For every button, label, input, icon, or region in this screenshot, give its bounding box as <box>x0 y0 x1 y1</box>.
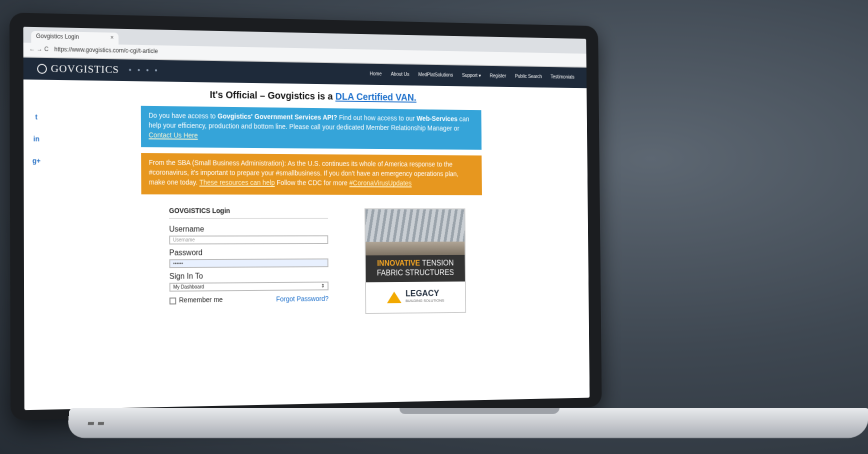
share-sidebar: t in g+ <box>31 114 41 168</box>
twitter-icon[interactable]: ● <box>129 67 132 73</box>
signin-select[interactable]: My Dashboard ⇕ <box>169 281 329 292</box>
screen: Govgistics Login × ← → C https://www.gov… <box>23 26 590 411</box>
username-label: Username <box>169 224 205 234</box>
menu-register[interactable]: Register <box>490 73 506 79</box>
googleplus-share-icon[interactable]: g+ <box>32 158 42 168</box>
laptop-lid: Govgistics Login × ← → C https://www.gov… <box>9 12 602 421</box>
password-field[interactable]: •••••• <box>169 258 329 269</box>
legacy-ad[interactable]: INNOVATIVE TENSION FABRIC STRUCTURES LEG… <box>364 208 467 315</box>
close-icon[interactable]: × <box>110 36 113 42</box>
api-notice-bold2: Web-Services <box>416 115 458 124</box>
api-notice: Do you have access to Govgistics' Govern… <box>140 105 482 150</box>
ad-band: INNOVATIVE TENSION FABRIC STRUCTURES <box>365 254 465 283</box>
remember-label: Remember me <box>178 297 223 305</box>
headline: It's Official – Govgistics is a DLA Cert… <box>23 87 586 105</box>
ad-highlight: INNOVATIVE <box>376 258 421 268</box>
menu-testimonials[interactable]: Testimonials <box>551 75 575 81</box>
ad-brand: LEGACY BUILDING SOLUTIONS <box>365 281 466 314</box>
menu-about[interactable]: About Us <box>391 72 410 78</box>
ad-line1: TENSION <box>420 258 454 268</box>
signin-label: Sign In To <box>169 271 204 281</box>
api-notice-mid: Find out how access to our <box>337 115 417 123</box>
api-notice-intro: Do you have access to <box>148 112 218 121</box>
site-logo[interactable]: GOVGISTICS <box>37 63 119 76</box>
ad-photo <box>365 209 465 256</box>
googleplus-icon[interactable]: ● <box>146 68 149 74</box>
headline-text: It's Official – Govgistics is a <box>209 90 336 103</box>
tab-title: Govgistics Login <box>36 33 79 41</box>
legacy-logo-icon <box>387 291 402 304</box>
password-label: Password <box>169 248 203 258</box>
linkedin-share-icon[interactable]: in <box>31 136 41 146</box>
resources-link[interactable]: These resources can help <box>199 180 275 187</box>
login-form: GOVGISTICS Login Username Username Passw… <box>169 208 329 316</box>
menu-home[interactable]: Home <box>370 71 382 77</box>
corona-updates-link[interactable]: #CoronaVirusUpdates <box>349 180 411 187</box>
menu-support[interactable]: Support ▾ <box>462 73 481 79</box>
port-icon <box>87 422 95 425</box>
dla-link[interactable]: DLA Certified VAN. <box>335 92 416 104</box>
base-notch <box>398 408 560 414</box>
main-menu: Home About Us MedPlatSolutions Support ▾… <box>370 71 575 80</box>
sba-notice-cdc-text: Follow the CDC for more <box>274 180 350 188</box>
search-icon[interactable]: ● <box>155 68 158 74</box>
logo-text: GOVGISTICS <box>50 63 120 77</box>
remember-row: Remember me Forgot Password? <box>169 296 329 305</box>
remember-checkbox[interactable] <box>169 297 177 305</box>
logo-ring-icon <box>37 63 47 74</box>
ad-brand-text: LEGACY BUILDING SOLUTIONS <box>405 288 445 305</box>
linkedin-icon[interactable]: ● <box>137 67 140 73</box>
contact-us-link[interactable]: Contact Us Here <box>149 132 198 139</box>
forgot-password-link[interactable]: Forgot Password? <box>276 296 329 303</box>
api-notice-bold1: Govgistics' Government Services API? <box>217 113 338 122</box>
url-text[interactable]: https://www.govgistics.com/c-cgi/t-artic… <box>54 47 158 55</box>
signin-value: My Dashboard <box>173 284 205 291</box>
ad-brand-sub: BUILDING SOLUTIONS <box>405 297 445 304</box>
select-arrow-icon: ⇕ <box>320 283 325 290</box>
port-icon <box>97 422 105 425</box>
social-icons: ● ● ● ● <box>129 67 158 73</box>
menu-solutions[interactable]: MedPlatSolutions <box>418 72 453 78</box>
nav-arrows-icon[interactable]: ← → C <box>29 47 48 53</box>
laptop-base <box>66 408 868 438</box>
twitter-share-icon[interactable]: t <box>31 114 41 124</box>
ad-line2: FABRIC STRUCTURES <box>376 268 455 278</box>
lower-section: GOVGISTICS Login Username Username Passw… <box>169 208 589 316</box>
sba-notice: From the SBA (Small Business Administrat… <box>141 153 482 196</box>
menu-public-search[interactable]: Public Search <box>515 74 542 80</box>
login-title: GOVGISTICS Login <box>169 208 329 219</box>
browser-tab[interactable]: Govgistics Login × <box>31 30 119 45</box>
username-field[interactable]: Username <box>169 235 329 245</box>
